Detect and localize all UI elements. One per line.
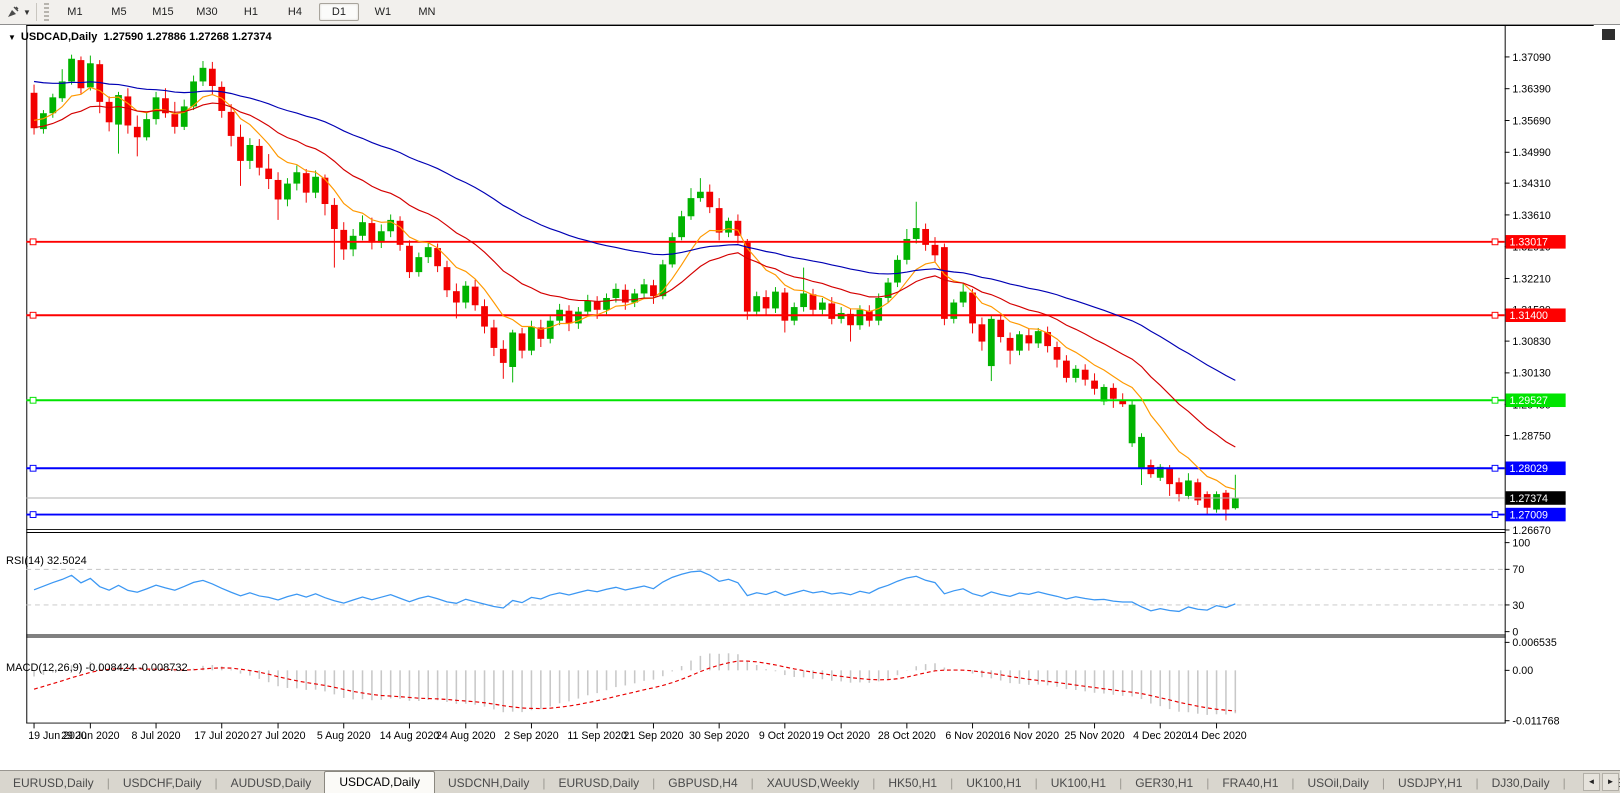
price-tick-label: 1.26670 (1512, 525, 1550, 537)
price-badge-label: 1.27009 (1510, 509, 1548, 521)
timeframe-button-h4[interactable]: H4 (275, 3, 315, 21)
symbol-tab-ger30-h1[interactable]: GER30,H1 (1122, 773, 1206, 793)
date-tick-label: 21 Sep 2020 (623, 730, 683, 742)
symbol-tab-hk50-h1[interactable]: HK50,H1 (875, 773, 950, 793)
price-tick-label: 1.32210 (1512, 273, 1550, 285)
symbol-tab-usdchf-daily[interactable]: USDCHF,Daily (110, 773, 215, 793)
tab-scroll-right-icon[interactable]: ► (1602, 773, 1619, 791)
pointer-tool-icon[interactable] (3, 3, 23, 21)
toolbar-divider (35, 3, 37, 21)
line-handle[interactable] (29, 396, 37, 404)
symbol-tab-dj30-daily[interactable]: DJ30,Daily (1479, 773, 1563, 793)
toolbar-grip[interactable] (43, 3, 49, 21)
symbol-tab-uk100-h1[interactable]: UK100,H1 (953, 773, 1034, 793)
date-tick-label: 30 Sep 2020 (689, 730, 749, 742)
price-badge-label: 1.28029 (1510, 463, 1548, 475)
line-handle[interactable] (1491, 238, 1499, 246)
chart-corner-marker (1602, 29, 1615, 40)
date-tick-label: 6 Nov 2020 (945, 730, 999, 742)
price-tick-label: 1.33610 (1512, 210, 1550, 222)
price-tick-label: 1.30830 (1512, 336, 1550, 348)
date-tick-label: 9 Oct 2020 (759, 730, 811, 742)
timeframe-button-m1[interactable]: M1 (55, 3, 95, 21)
date-tick-label: 14 Aug 2020 (380, 730, 440, 742)
rsi-indicator-label: RSI(14) 32.5024 (6, 555, 87, 567)
chart-canvas[interactable]: 1.37090 1.36390 1.35690 1.34990 1.34310 1.336… (0, 25, 1620, 770)
date-tick-label: 17 Jul 2020 (194, 730, 249, 742)
symbol-tab-usoil-daily[interactable]: USOil,Daily (1295, 773, 1382, 793)
timeframe-button-w1[interactable]: W1 (363, 3, 403, 21)
line-handle[interactable] (1491, 396, 1499, 404)
rsi-axis-label: 100 (1512, 538, 1530, 550)
chart-title: ▼ USDCAD,Daily 1.27590 1.27886 1.27268 1.… (8, 31, 272, 43)
date-tick-label: 11 Sep 2020 (567, 730, 627, 742)
pointer-arrow-glyph (8, 6, 19, 17)
line-handle[interactable] (29, 238, 37, 246)
timeframe-button-m30[interactable]: M30 (187, 3, 227, 21)
price-tick-label: 1.36390 (1512, 84, 1550, 96)
price-badge-label: 1.29527 (1510, 395, 1548, 407)
date-tick-label: 27 Jul 2020 (251, 730, 306, 742)
chart-title-ohlc: 1.27590 1.27886 1.27268 1.27374 (103, 31, 272, 43)
tool-dropdown-caret[interactable]: ▼ (23, 8, 31, 17)
date-tick-label: 14 Dec 2020 (1186, 730, 1246, 742)
price-tick-label: 1.34990 (1512, 147, 1550, 159)
symbol-tab-gbpusd-h4[interactable]: GBPUSD,H4 (655, 773, 750, 793)
price-badge-label: 1.31400 (1510, 310, 1548, 322)
price-tick-label: 1.34310 (1512, 178, 1550, 190)
line-handle[interactable] (1491, 511, 1499, 518)
chart-area[interactable]: 1.37090 1.36390 1.35690 1.34990 1.34310 1.336… (0, 25, 1620, 770)
price-badge-label: 1.33017 (1510, 237, 1548, 249)
symbol-tab-usdjpy-h1[interactable]: USDJPY,H1 (1385, 773, 1475, 793)
price-tick-label: 1.37090 (1512, 52, 1550, 64)
timeframe-button-m15[interactable]: M15 (143, 3, 183, 21)
macd-indicator-label: MACD(12,26,9) -0.008424 -0.008732 (6, 662, 188, 674)
date-tick-label: 4 Dec 2020 (1133, 730, 1187, 742)
date-tick-label: 28 Oct 2020 (878, 730, 936, 742)
tab-scroll-buttons: ◄ ► (1579, 773, 1619, 791)
timeframe-button-d1[interactable]: D1 (318, 3, 359, 21)
macd-axis-label: 0.00 (1512, 665, 1533, 677)
date-tick-label: 24 Aug 2020 (436, 730, 496, 742)
macd-axis-label: 0.006535 (1512, 637, 1556, 649)
date-tick-label: 16 Nov 2020 (999, 730, 1059, 742)
symbol-tab-eurusd-daily[interactable]: EURUSD,Daily (545, 773, 652, 793)
chart-title-symbol: USDCAD,Daily (20, 31, 98, 43)
price-tick-label: 1.30130 (1512, 368, 1550, 380)
tab-scroll-left-icon[interactable]: ◄ (1583, 773, 1600, 791)
macd-axis-label: -0.011768 (1512, 716, 1559, 728)
symbol-tab-audusd-daily[interactable]: AUDUSD,Daily (218, 773, 325, 793)
line-handle[interactable] (29, 311, 37, 319)
rsi-axis-label: 30 (1512, 600, 1524, 612)
line-handle[interactable] (1491, 311, 1499, 319)
symbol-tab-fra40-h1[interactable]: FRA40,H1 (1209, 773, 1291, 793)
date-tick-label: 29 Jun 2020 (61, 730, 120, 742)
date-tick-label: 25 Nov 2020 (1064, 730, 1124, 742)
symbol-tab-usdcad-daily[interactable]: USDCAD,Daily (324, 771, 435, 793)
symbol-tab-uk100-h1[interactable]: UK100,H1 (1038, 773, 1119, 793)
rsi-axis-label: 70 (1512, 564, 1524, 576)
date-tick-label: 8 Jul 2020 (132, 730, 181, 742)
date-tick-label: 5 Aug 2020 (317, 730, 371, 742)
line-handle[interactable] (1491, 464, 1499, 472)
date-tick-label: 19 Oct 2020 (812, 730, 870, 742)
date-tick-label: 2 Sep 2020 (504, 730, 558, 742)
price-tick-label: 1.35690 (1512, 115, 1550, 127)
timeframe-button-m5[interactable]: M5 (99, 3, 139, 21)
line-handle[interactable] (29, 511, 37, 518)
price-badge-label: 1.27374 (1510, 493, 1548, 505)
price-tick-label: 1.28750 (1512, 430, 1550, 442)
symbol-tab-eurusd-daily[interactable]: EURUSD,Daily (0, 773, 107, 793)
symbol-tab-usdcnh-daily[interactable]: USDCNH,Daily (435, 773, 542, 793)
top-toolbar: ▼ M1 M5 M15 M30 H1 H4 D1 W1 MN (0, 0, 1620, 25)
timeframe-button-mn[interactable]: MN (407, 3, 447, 21)
symbol-tab-xauusd-weekly[interactable]: XAUUSD,Weekly (754, 773, 872, 793)
timeframe-button-h1[interactable]: H1 (231, 3, 271, 21)
chart-title-collapse-icon[interactable]: ▼ (8, 33, 16, 42)
symbol-tab-bar: EURUSD,Daily | USDCHF,Daily | AUDUSD,Daily US… (0, 770, 1620, 793)
line-handle[interactable] (29, 464, 37, 472)
